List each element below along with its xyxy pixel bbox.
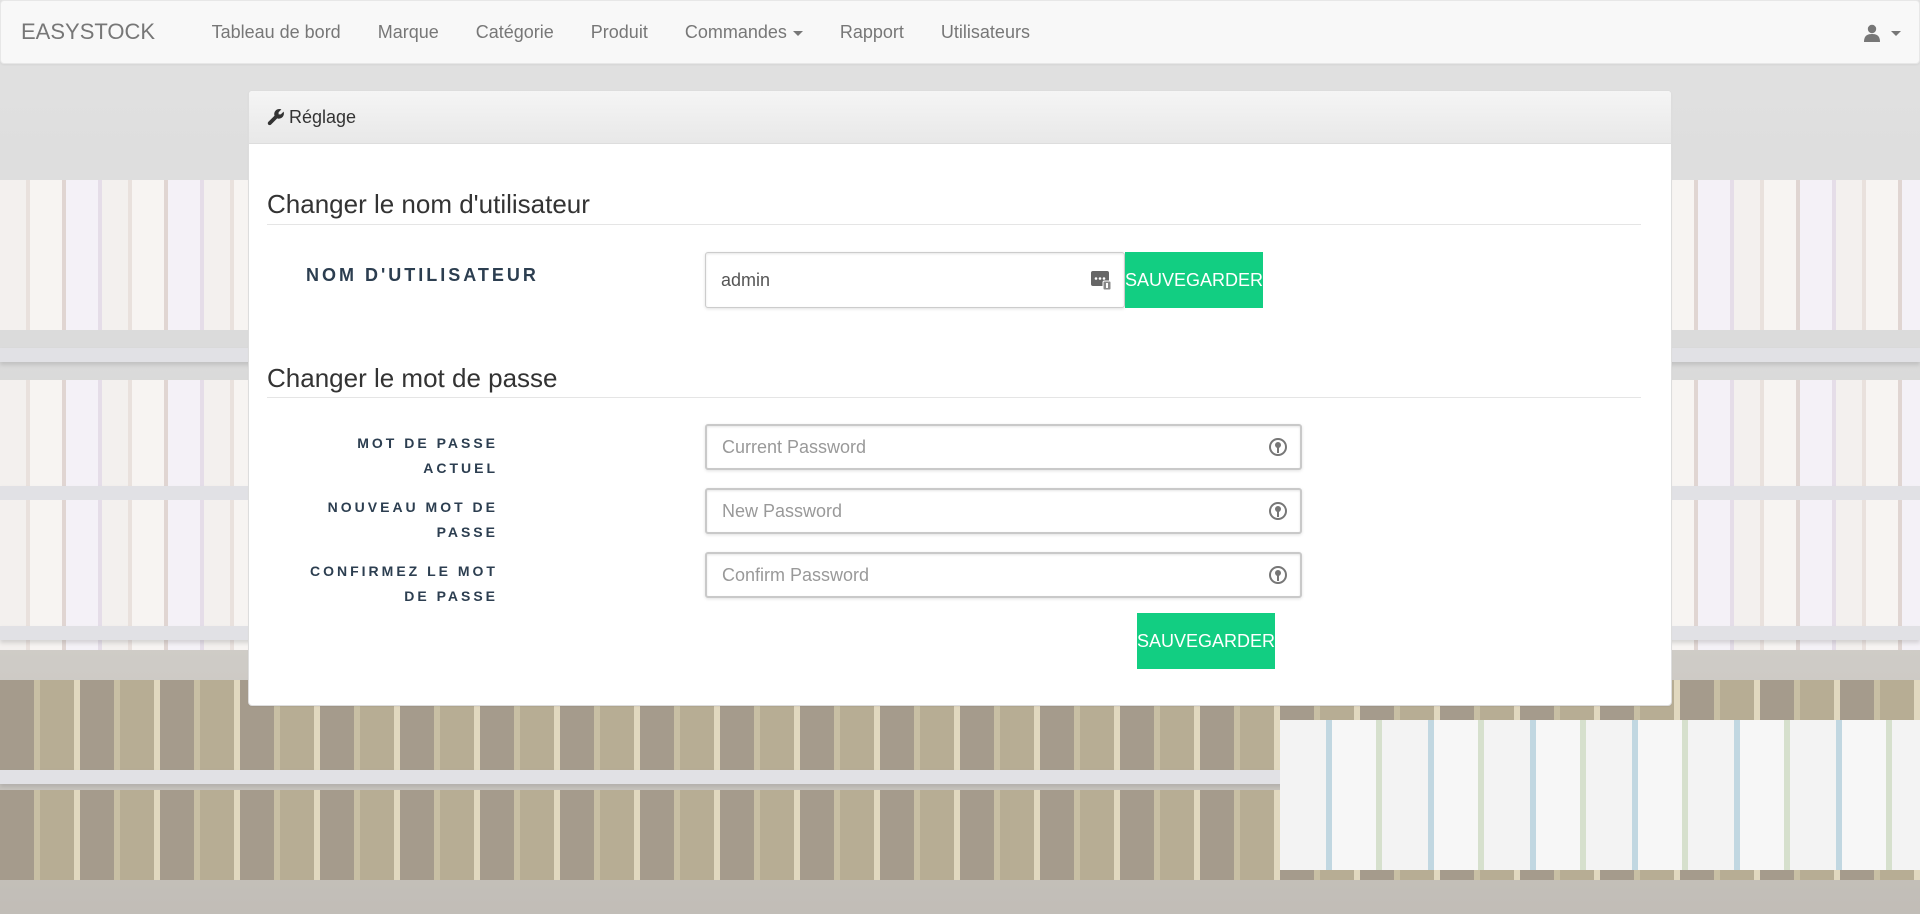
user-menu[interactable]: [1863, 1, 1901, 65]
nav-item-marque[interactable]: Marque: [359, 0, 457, 64]
confirm-password-field[interactable]: [705, 552, 1302, 598]
caret-down-icon: [792, 30, 803, 36]
new-password-label-line2: PASSE: [436, 524, 498, 540]
current-password-field[interactable]: [705, 424, 1302, 470]
panel-title: Réglage: [289, 106, 357, 127]
save-username-button[interactable]: SAUVEGARDER: [1125, 252, 1263, 308]
settings-panel: Réglage Changer le nom d'utilisateur NOM…: [248, 90, 1672, 706]
caret-down-icon: [1891, 30, 1901, 36]
nav-item-categorie[interactable]: Catégorie: [457, 0, 572, 64]
confirm-password-label: CONFIRMEZ LE MOT DE PASSE: [288, 559, 498, 609]
current-password-input[interactable]: [722, 426, 1300, 468]
confirm-password-label-line1: CONFIRMEZ LE MOT: [310, 563, 498, 579]
key-icon[interactable]: [1268, 565, 1288, 585]
username-input[interactable]: [721, 253, 1124, 307]
user-icon: [1863, 24, 1881, 42]
new-password-field[interactable]: [705, 488, 1302, 534]
password-manager-icon[interactable]: [1090, 269, 1112, 291]
nav-item-produit[interactable]: Produit: [572, 0, 666, 64]
username-field[interactable]: [705, 252, 1125, 308]
new-password-input[interactable]: [722, 490, 1300, 532]
key-icon[interactable]: [1268, 437, 1288, 457]
username-section-title: Changer le nom d'utilisateur: [267, 189, 590, 219]
panel-heading: Réglage: [249, 91, 1671, 144]
confirm-password-input[interactable]: [722, 554, 1300, 596]
new-password-label: NOUVEAU MOT DE PASSE: [288, 495, 498, 545]
password-section-title: Changer le mot de passe: [267, 363, 558, 393]
section-divider: [267, 397, 1641, 398]
current-password-label-line1: MOT DE PASSE: [357, 435, 498, 451]
wrench-icon: [267, 108, 285, 126]
current-password-label: MOT DE PASSE ACTUEL: [288, 431, 498, 481]
section-divider: [267, 224, 1641, 225]
save-password-button[interactable]: SAUVEGARDER: [1137, 613, 1275, 669]
key-icon[interactable]: [1268, 501, 1288, 521]
nav-item-commandes[interactable]: Commandes: [666, 0, 821, 64]
confirm-password-label-line2: DE PASSE: [404, 588, 498, 604]
brand-logo[interactable]: EASYSTOCK: [1, 0, 193, 64]
nav-item-utilisateurs[interactable]: Utilisateurs: [922, 0, 1048, 64]
nav-item-commandes-label: Commandes: [684, 22, 787, 42]
top-navbar: EASYSTOCK Tableau de bord Marque Catégor…: [0, 0, 1920, 64]
username-label: NOM D'UTILISATEUR: [306, 265, 539, 285]
nav-item-tableau-de-bord[interactable]: Tableau de bord: [193, 0, 359, 64]
current-password-label-line2: ACTUEL: [423, 460, 498, 476]
new-password-label-line1: NOUVEAU MOT DE: [327, 499, 498, 515]
nav-item-rapport[interactable]: Rapport: [821, 0, 922, 64]
